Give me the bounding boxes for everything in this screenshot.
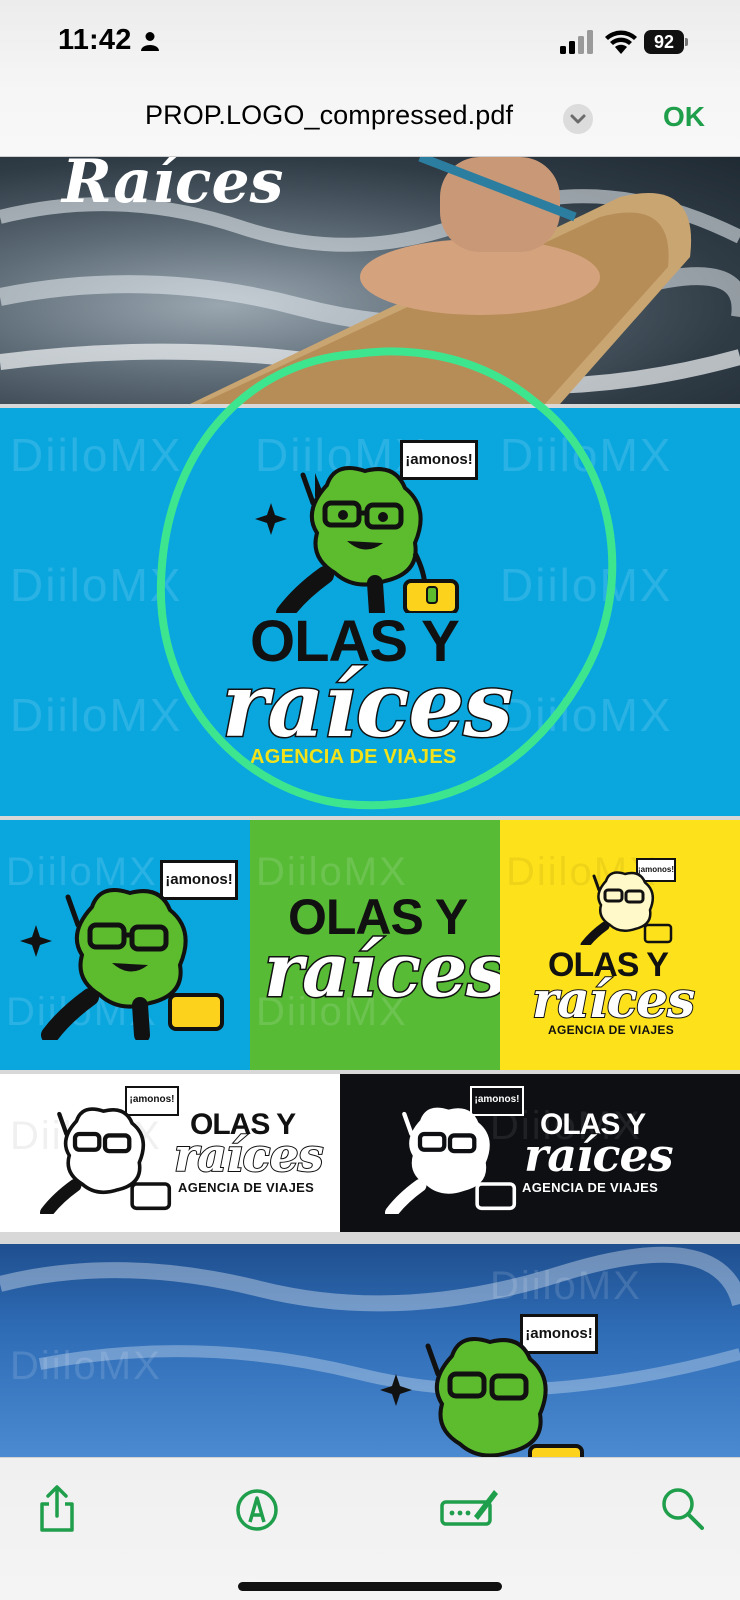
home-indicator[interactable] xyxy=(238,1582,502,1591)
document-title[interactable]: PROP.LOGO_compressed.pdf xyxy=(145,100,513,131)
brand-line2: raíces xyxy=(523,1127,675,1183)
pdf-page[interactable]: Raíces DiiloMX DiiloMX DiiloMX DiiloMX D… xyxy=(0,157,740,1457)
logo-panel-white: DiiloMX ¡amonos! OLAS Y raíces AGENCIA D… xyxy=(0,1074,340,1232)
signature-icon[interactable] xyxy=(438,1482,502,1536)
search-icon[interactable] xyxy=(656,1482,710,1536)
mascot-graphic xyxy=(580,871,673,945)
watermark: DiiloMX xyxy=(500,559,673,611)
brand-line2: raíces xyxy=(221,652,515,759)
watermark: DiiloMX xyxy=(10,559,183,611)
brand-line2: raíces xyxy=(173,1127,325,1183)
title-menu-button[interactable] xyxy=(563,104,593,134)
mascot-graphic xyxy=(20,888,224,1040)
top-photo-logo-text: Raíces xyxy=(62,157,284,217)
brand-tagline: AGENCIA DE VIAJES xyxy=(178,1180,315,1195)
surfer-photo: Raíces xyxy=(0,157,740,404)
mascot-graphic xyxy=(255,466,459,613)
person-icon xyxy=(141,32,159,51)
ok-button[interactable]: OK xyxy=(663,101,705,133)
battery-level: 92 xyxy=(644,30,684,54)
mascot-graphic xyxy=(40,1107,172,1214)
battery-cap xyxy=(685,38,688,46)
logo-panel-blue-mascot: DiiloMX DiiloMX ¡amonos! xyxy=(0,820,250,1070)
watermark: DiiloMX xyxy=(10,429,183,481)
watermark: DiiloMX xyxy=(10,1344,162,1388)
watermark: DiiloMX xyxy=(10,689,183,741)
logo-panel-black: DiiloMX ¡amonos! OLAS Y raíces AGENCIA D… xyxy=(340,1074,740,1232)
brand-tagline: AGENCIA DE VIAJES xyxy=(250,746,457,768)
signal-icon xyxy=(560,30,593,54)
markup-icon[interactable] xyxy=(230,1482,284,1536)
brand-tagline: AGENCIA DE VIAJES xyxy=(548,1023,675,1037)
sky-photo: DiiloMX DiiloMX ¡amonos! xyxy=(0,1244,740,1457)
logo-panel-green-wordmark: DiiloMX DiiloMX OLAS Y raíces xyxy=(250,820,500,1070)
chevron-down-icon xyxy=(570,114,586,124)
bottom-toolbar xyxy=(0,1457,740,1600)
brand-line2: raíces xyxy=(531,969,696,1030)
watermark: DiiloMX xyxy=(500,429,673,481)
share-icon[interactable] xyxy=(30,1482,84,1536)
mascot-graphic xyxy=(385,1107,517,1214)
wifi-icon xyxy=(605,30,637,54)
logo-panel-main: DiiloMX DiiloMX DiiloMX DiiloMX DiiloMX … xyxy=(0,408,740,816)
top-bar: 11:42 92 PROP.LOGO_compressed.pdf OK xyxy=(0,0,740,157)
brand-line2: raíces xyxy=(263,927,500,1016)
watermark: DiiloMX xyxy=(490,1264,642,1308)
logo-panel-yellow: DiiloMX ¡amonos! OLAS Y raíces AGENCIA D… xyxy=(500,820,740,1070)
battery-icon: 92 xyxy=(644,30,688,54)
watermark: DiiloMX xyxy=(500,689,673,741)
mascot-graphic xyxy=(380,1337,584,1457)
brand-tagline: AGENCIA DE VIAJES xyxy=(522,1180,659,1195)
status-time: 11:42 xyxy=(58,24,132,56)
